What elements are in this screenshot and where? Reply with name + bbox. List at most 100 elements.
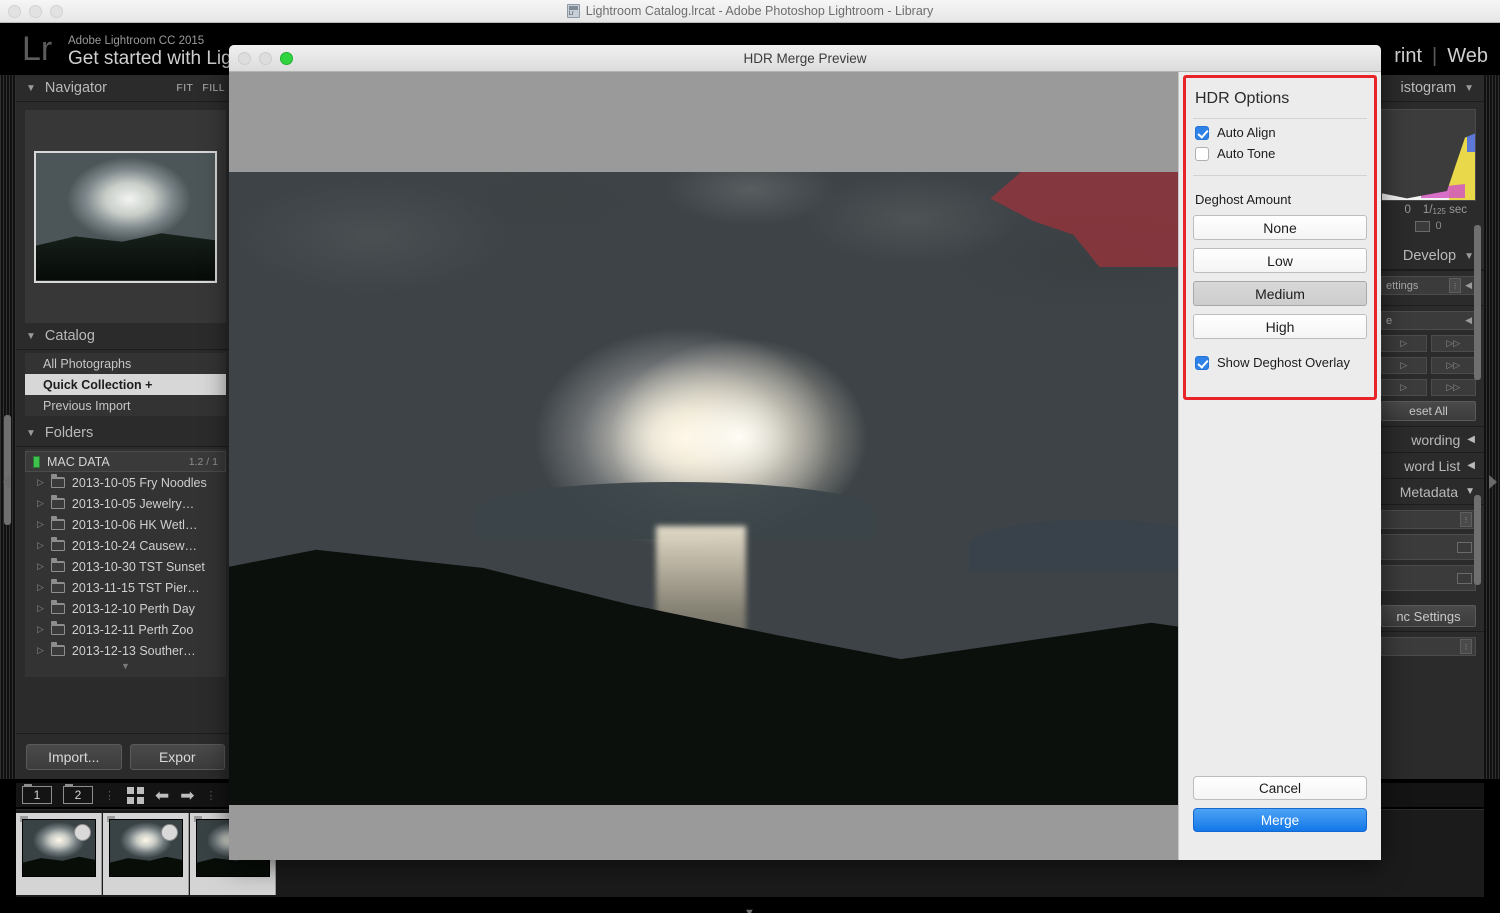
volume-row-mac-data[interactable]: MAC DATA 1.2 / 1: [25, 451, 226, 472]
collapse-left-panel-icon[interactable]: [3, 475, 11, 489]
metadata-field-row[interactable]: [1381, 534, 1476, 560]
folder-row[interactable]: ▷ 2013-12-11 Perth Zoo: [25, 619, 226, 640]
increase-button[interactable]: ▷▷: [1431, 335, 1477, 352]
reset-all-button[interactable]: eset All: [1381, 401, 1476, 421]
catalog-item-previous-import[interactable]: Previous Import: [25, 395, 226, 416]
module-web[interactable]: Web: [1447, 45, 1488, 68]
show-deghost-overlay-row[interactable]: Show Deghost Overlay: [1179, 347, 1381, 370]
metadata-header[interactable]: Metadata ▼: [1373, 478, 1484, 504]
stepper-icon[interactable]: ⋮: [1460, 639, 1472, 654]
auto-align-checkbox-row[interactable]: Auto Align: [1179, 119, 1381, 140]
folder-row[interactable]: ▷ 2013-12-13 Souther…: [25, 640, 226, 661]
arrow-left-icon[interactable]: ⬅: [155, 787, 169, 804]
screen-mode-2-button[interactable]: 2: [63, 786, 93, 804]
dialog-minimize-button[interactable]: [259, 52, 272, 65]
disclosure-triangle-icon[interactable]: ▷: [37, 540, 44, 551]
folders-scroll-down-icon[interactable]: ▼: [25, 661, 226, 673]
chevron-down-icon[interactable]: ▼: [1464, 83, 1474, 94]
disclosure-triangle-icon[interactable]: ▷: [37, 498, 44, 509]
histogram-header[interactable]: istogram ▼: [1373, 75, 1484, 102]
decrease-button[interactable]: ▷: [1381, 379, 1427, 396]
stepper-icon[interactable]: ⋮: [1449, 278, 1461, 293]
chevron-down-icon[interactable]: ▼: [1464, 251, 1474, 262]
chevron-down-icon[interactable]: ▼: [26, 428, 36, 439]
decrease-button[interactable]: ▷: [1381, 357, 1427, 374]
auto-tone-checkbox-row[interactable]: Auto Tone: [1179, 140, 1381, 161]
screen-mode-1-button[interactable]: 1: [22, 786, 52, 804]
os-zoom-button[interactable]: [50, 5, 63, 18]
folder-row[interactable]: ▷ 2013-10-05 Fry Noodles: [25, 472, 226, 493]
develop-header[interactable]: Develop ▼: [1373, 243, 1484, 270]
left-panel-grip[interactable]: [0, 75, 16, 779]
disclosure-triangle-icon[interactable]: ▷: [37, 561, 44, 572]
catalog-item-all-photographs[interactable]: All Photographs: [25, 353, 226, 374]
auto-tone-checkbox[interactable]: [1195, 147, 1209, 161]
disclosure-triangle-icon[interactable]: ▷: [37, 624, 44, 635]
histogram-chart[interactable]: [1381, 109, 1476, 201]
catalog-header[interactable]: ▼ Catalog: [16, 323, 235, 350]
merge-button[interactable]: Merge: [1193, 808, 1367, 832]
export-button[interactable]: Expor: [130, 744, 226, 770]
saved-preset-dropdown[interactable]: ettings ⋮ ◀: [1381, 276, 1476, 295]
keywording-header[interactable]: wording ◀: [1373, 426, 1484, 452]
import-button[interactable]: Import...: [26, 744, 122, 770]
sync-settings-button[interactable]: nc Settings: [1381, 605, 1476, 627]
dialog-traffic-lights[interactable]: [238, 52, 293, 65]
folders-header[interactable]: ▼ Folders: [16, 420, 235, 447]
chevron-down-icon[interactable]: ▼: [26, 83, 36, 94]
increase-button[interactable]: ▷▷: [1431, 379, 1477, 396]
navigator-fit[interactable]: FIT: [176, 82, 193, 94]
wb-collapse-arrow-icon[interactable]: ◀: [1465, 315, 1472, 326]
increase-button[interactable]: ▷▷: [1431, 357, 1477, 374]
disclosure-triangle-icon[interactable]: ▷: [37, 603, 44, 614]
os-minimize-button[interactable]: [29, 5, 42, 18]
chevron-left-icon[interactable]: ◀: [1467, 434, 1475, 445]
goto-icon[interactable]: [1457, 573, 1472, 584]
disclosure-triangle-icon[interactable]: ▷: [37, 582, 44, 593]
develop-collapse-arrow-icon[interactable]: ◀: [1465, 280, 1472, 291]
list-icon[interactable]: [1457, 542, 1472, 553]
navigator-zoom-options[interactable]: FIT FILL: [176, 82, 225, 94]
cancel-button[interactable]: Cancel: [1193, 776, 1367, 800]
deghost-low-button[interactable]: Low: [1193, 248, 1367, 273]
os-close-button[interactable]: [8, 5, 21, 18]
keyword-list-header[interactable]: word List ◀: [1373, 452, 1484, 478]
filmstrip-thumbnail[interactable]: [103, 813, 189, 895]
grid-view-icon[interactable]: [127, 787, 144, 804]
filter-dropdown[interactable]: ⋮: [1381, 637, 1476, 656]
navigator-preview[interactable]: [25, 110, 226, 323]
deghost-medium-button[interactable]: Medium: [1193, 281, 1367, 306]
white-balance-dropdown[interactable]: e ◀: [1381, 311, 1476, 330]
dialog-close-button[interactable]: [238, 52, 251, 65]
chevron-left-icon[interactable]: ◀: [1467, 460, 1475, 471]
disclosure-triangle-icon[interactable]: ▷: [37, 645, 44, 656]
left-panel-scrollbar[interactable]: [4, 415, 11, 525]
filmstrip-thumbnail[interactable]: [16, 813, 102, 895]
disclosure-triangle-icon[interactable]: ▷: [37, 519, 44, 530]
folder-row[interactable]: ▷ 2013-10-30 TST Sunset: [25, 556, 226, 577]
deghost-high-button[interactable]: High: [1193, 314, 1367, 339]
navigator-header[interactable]: ▼ Navigator FIT FILL: [16, 75, 235, 102]
folder-row[interactable]: ▷ 2013-10-06 HK Wetl…: [25, 514, 226, 535]
module-print[interactable]: rint: [1394, 45, 1422, 68]
deghost-none-button[interactable]: None: [1193, 215, 1367, 240]
metadata-field-row-2[interactable]: [1381, 565, 1476, 591]
module-picker[interactable]: rint | Web: [1394, 45, 1488, 68]
chevron-down-icon[interactable]: ▼: [26, 331, 36, 342]
auto-align-checkbox[interactable]: [1195, 126, 1209, 140]
show-deghost-overlay-checkbox[interactable]: [1195, 356, 1209, 370]
right-panel-grip[interactable]: [1484, 75, 1500, 779]
show-hide-filmstrip-icon[interactable]: ▼: [744, 907, 755, 913]
disclosure-triangle-icon[interactable]: ▷: [37, 477, 44, 488]
folder-row[interactable]: ▷ 2013-10-24 Causew…: [25, 535, 226, 556]
navigator-fill[interactable]: FILL: [202, 82, 225, 94]
collapse-right-panel-icon[interactable]: [1489, 475, 1497, 489]
os-traffic-lights[interactable]: [8, 5, 63, 18]
folder-row[interactable]: ▷ 2013-11-15 TST Pier…: [25, 577, 226, 598]
arrow-right-icon[interactable]: ➡: [180, 787, 194, 804]
hdr-preview-image[interactable]: [229, 172, 1178, 805]
right-panel-scrollbar-secondary[interactable]: [1474, 495, 1481, 585]
folder-row[interactable]: ▷ 2013-10-05 Jewelry…: [25, 493, 226, 514]
metadata-preset-dropdown[interactable]: ⋮: [1381, 510, 1476, 529]
dialog-zoom-button[interactable]: [280, 52, 293, 65]
